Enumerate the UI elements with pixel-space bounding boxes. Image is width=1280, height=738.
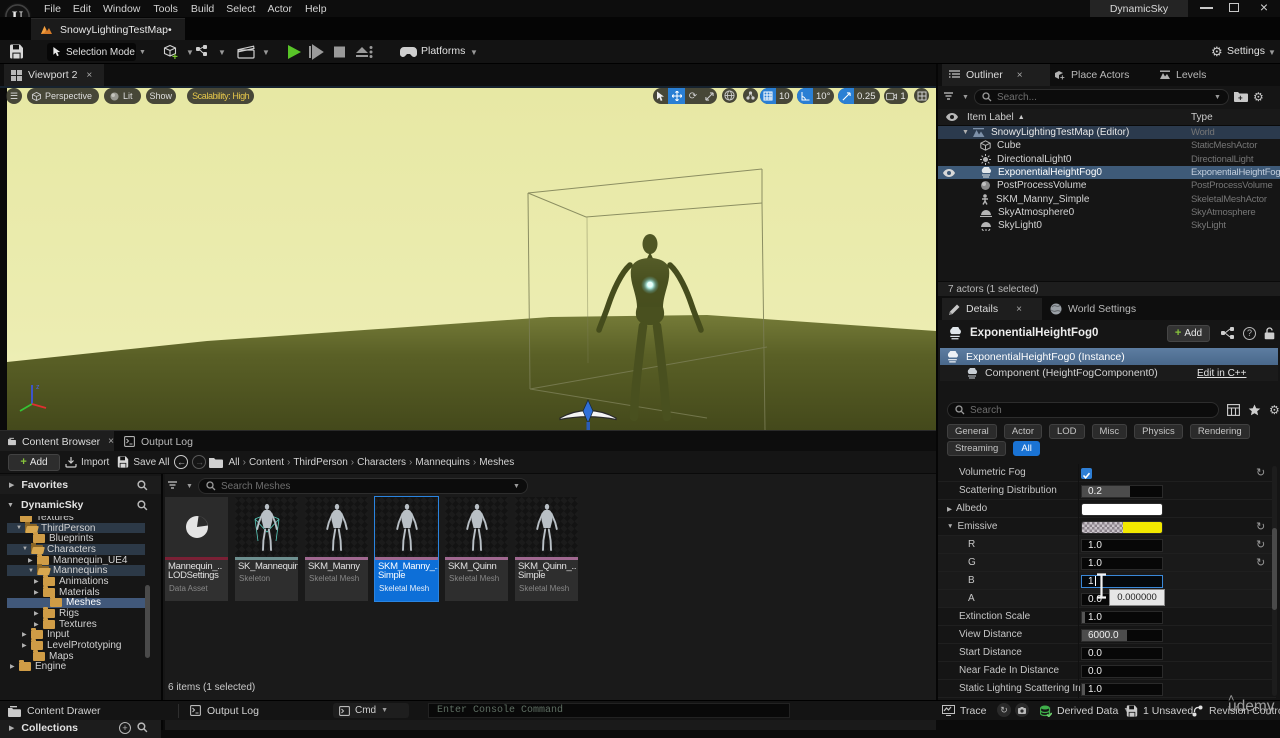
svg-text:+: + xyxy=(172,52,178,61)
svg-text:z: z xyxy=(36,384,40,391)
svg-text:+: + xyxy=(1238,94,1243,103)
svg-text:+: + xyxy=(1060,73,1065,81)
